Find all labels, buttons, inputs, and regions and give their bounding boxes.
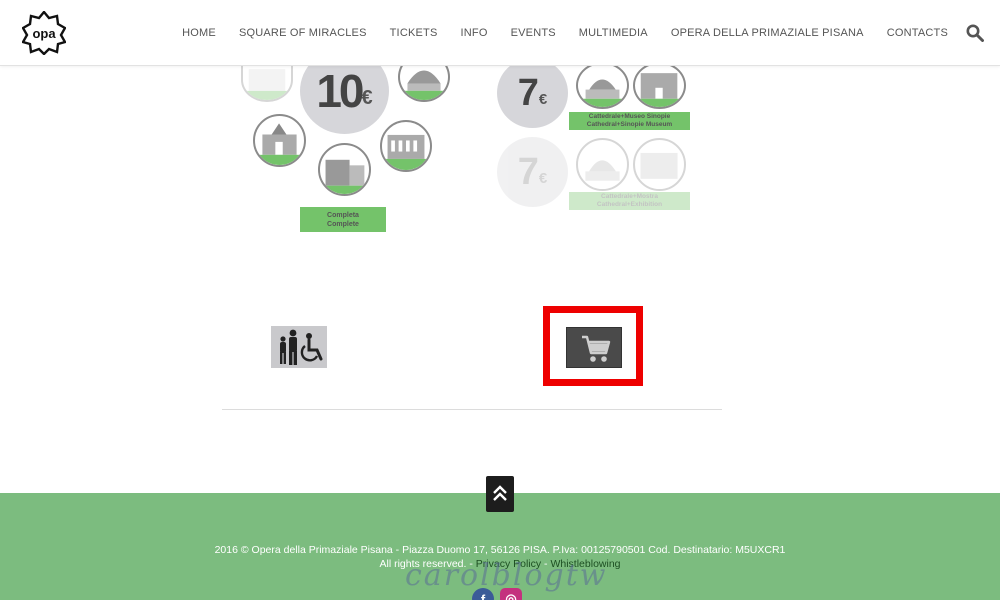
logo-text: opa <box>32 26 56 41</box>
site-header: opa HOME SQUARE OF MIRACLES TICKETS INFO… <box>0 0 1000 66</box>
ticket-tag-cathedral-museum: Cattedrale+Museo Sinopie Cathedral+Sinop… <box>569 112 690 130</box>
shopping-cart-icon <box>582 335 611 362</box>
price-currency: € <box>538 90 548 108</box>
nav-opera[interactable]: OPERA DELLA PRIMAZIALE PISANA <box>671 27 864 39</box>
cathedral-icon <box>576 62 629 109</box>
tag-line-en: Cathedral+Exhibition <box>596 201 663 208</box>
instagram-glyph: ◎ <box>505 591 517 600</box>
footer-copyright: 2016 © Opera della Primaziale Pisana - P… <box>214 544 786 556</box>
tag-line-it: Cattedrale+Museo Sinopie <box>588 113 671 120</box>
nav-square-of-miracles[interactable]: SQUARE OF MIRACLES <box>239 27 367 39</box>
ticket-tag-complete: Completa Complete <box>300 207 386 232</box>
nav-info[interactable]: INFO <box>461 27 488 39</box>
facebook-glyph: f <box>480 591 486 600</box>
tower-icon <box>253 114 306 167</box>
nav-home[interactable]: HOME <box>182 27 216 39</box>
price-circle-cathedral-exhibition: 7 € <box>497 137 568 207</box>
price-value: 7 <box>517 71 539 114</box>
cathedral-icon <box>576 138 629 191</box>
family-accessibility-button[interactable] <box>271 326 327 368</box>
nav-contacts[interactable]: CONTACTS <box>887 27 948 39</box>
nav-events[interactable]: EVENTS <box>511 27 556 39</box>
family-accessibility-icon <box>280 329 323 365</box>
nav-tickets[interactable]: TICKETS <box>390 27 438 39</box>
museum-icon <box>318 143 371 196</box>
camposanto-icon <box>380 120 432 172</box>
exhibition-icon <box>633 138 686 191</box>
price-currency: € <box>361 86 373 109</box>
price-value: 7 <box>517 150 539 193</box>
tag-line-en: Cathedral+Sinopie Museum <box>586 121 673 128</box>
price-circle-cathedral-museum: 7 € <box>497 58 568 128</box>
tag-line-en: Complete <box>327 220 359 228</box>
tag-line-it: Completa <box>327 211 359 219</box>
content-divider <box>222 409 722 410</box>
back-to-top-button[interactable] <box>486 476 514 512</box>
ticket-tag-cathedral-exhibition: Cattedrale+Mostra Cathedral+Exhibition <box>569 192 690 210</box>
buy-tickets-cart-button[interactable] <box>566 327 622 368</box>
double-chevron-up-icon <box>493 485 507 501</box>
price-currency: € <box>538 169 548 187</box>
tag-line-it: Cattedrale+Mostra <box>601 193 658 200</box>
sinopie-museum-icon <box>633 62 686 109</box>
search-icon[interactable] <box>966 24 984 42</box>
price-value: 10 <box>316 65 364 117</box>
nav-multimedia[interactable]: MULTIMEDIA <box>579 27 648 39</box>
opa-logo[interactable]: opa <box>21 10 67 56</box>
main-nav: HOME SQUARE OF MIRACLES TICKETS INFO EVE… <box>159 0 948 66</box>
instagram-icon[interactable]: ◎ <box>500 588 522 600</box>
